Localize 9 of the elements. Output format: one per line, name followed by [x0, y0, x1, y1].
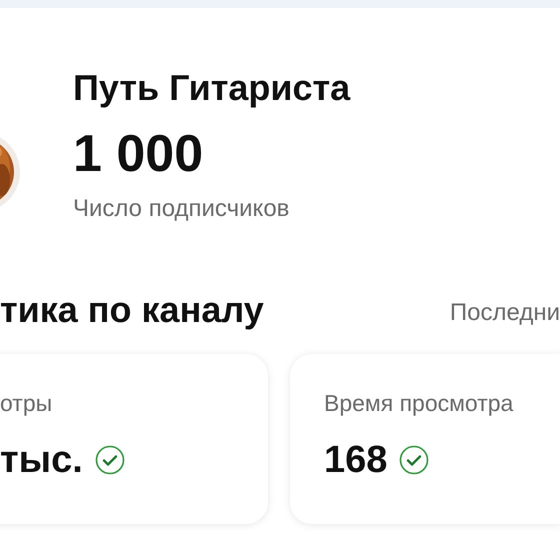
stat-value: тыс.: [0, 438, 83, 482]
stat-value: 168: [324, 438, 388, 482]
subscriber-label: Число подписчиков: [73, 194, 290, 224]
section-title: тика по каналу: [0, 288, 264, 332]
stat-label: отры: [0, 389, 54, 418]
channel-name: Путь Гитариста: [73, 66, 350, 110]
period-selector[interactable]: Последни: [450, 298, 560, 328]
stat-label: Время просмотра: [324, 389, 514, 418]
subscriber-count: 1 000: [73, 124, 204, 184]
